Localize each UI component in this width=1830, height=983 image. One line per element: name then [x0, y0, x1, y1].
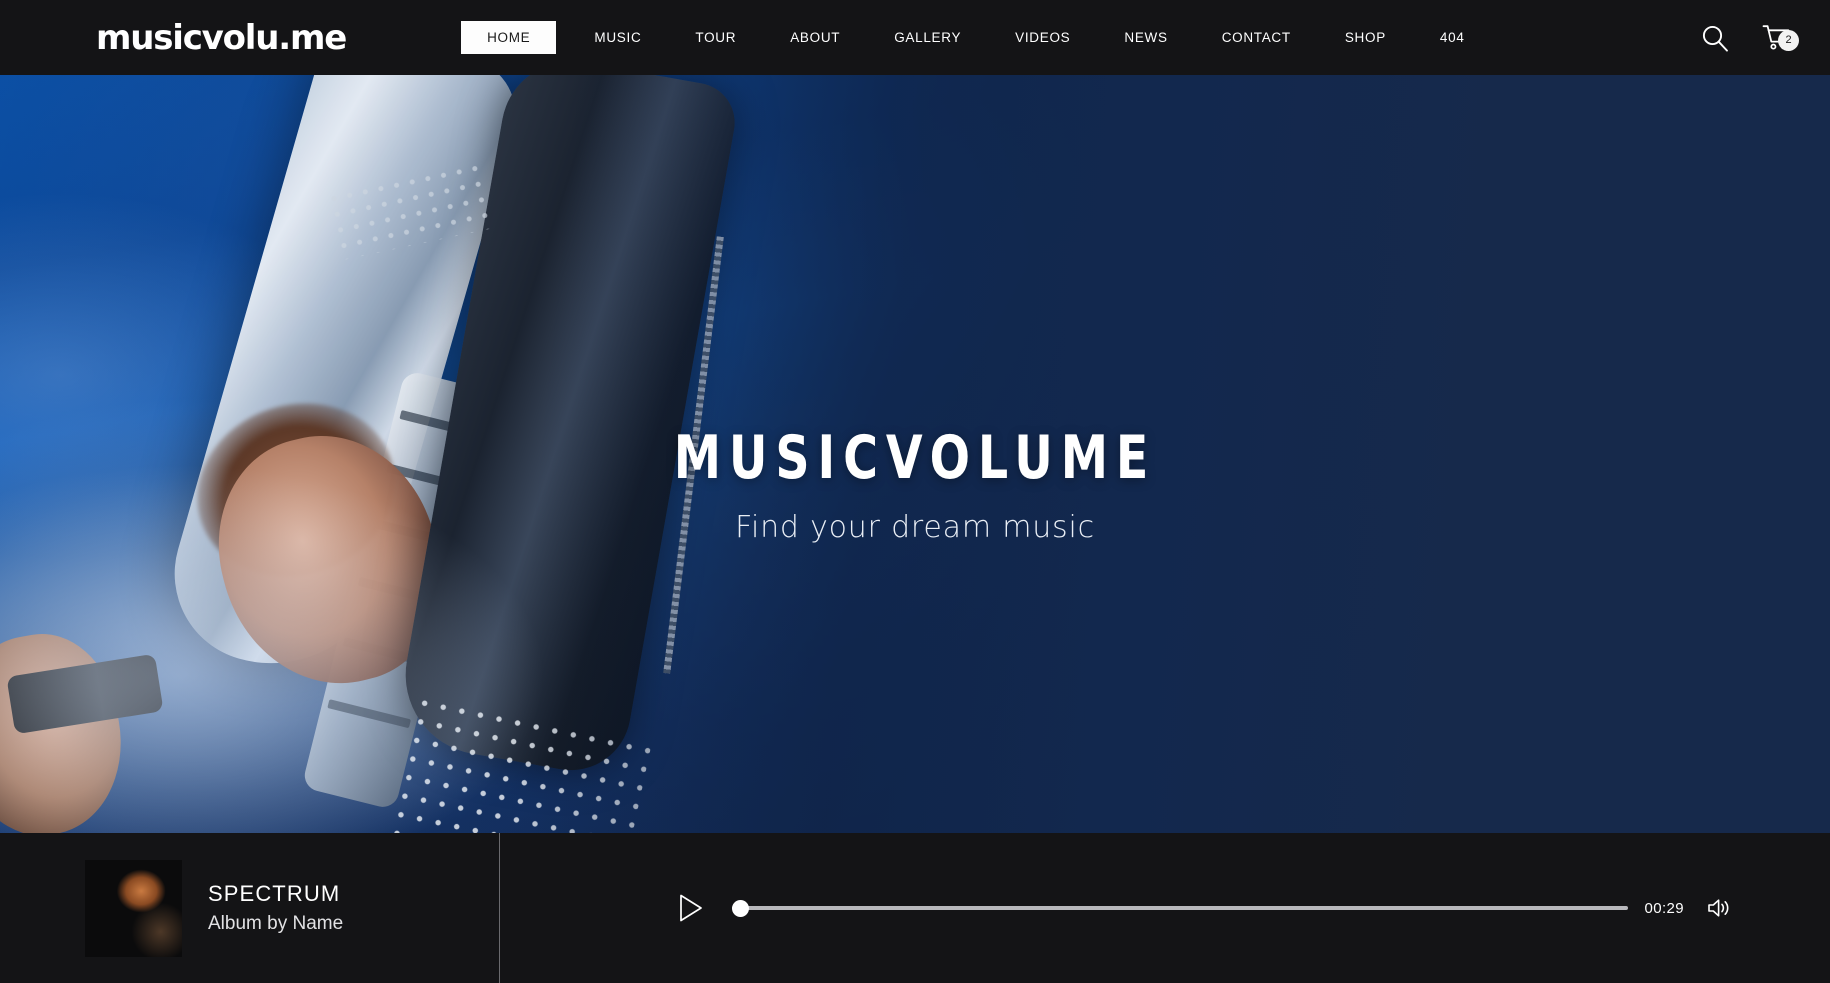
cart-count-badge: 2 [1778, 29, 1799, 51]
nav-item-music[interactable]: MUSIC [578, 21, 657, 54]
track-time: 00:29 [1644, 899, 1684, 917]
track-meta: SPECTRUM Album by Name [208, 879, 343, 936]
track-info-area: SPECTRUM Album by Name [0, 833, 500, 983]
nav-item-tour[interactable]: TOUR [679, 21, 752, 54]
nav-item-videos[interactable]: VIDEOS [999, 21, 1086, 54]
hero-background-photo [0, 75, 1830, 833]
progress-slider[interactable] [732, 897, 1629, 919]
nav-item-gallery[interactable]: GALLERY [878, 21, 977, 54]
album-artwork[interactable] [85, 859, 182, 957]
main-navigation: HOME MUSIC TOUR ABOUT GALLERY VIDEOS NEW… [461, 0, 1480, 75]
nav-item-shop[interactable]: SHOP [1329, 21, 1402, 54]
progress-handle[interactable] [732, 899, 749, 917]
header-actions: 2 [1700, 23, 1799, 53]
track-title: SPECTRUM [208, 881, 341, 907]
nav-item-home[interactable]: HOME [461, 21, 557, 54]
progress-track[interactable] [732, 906, 1629, 910]
search-icon[interactable] [1700, 23, 1730, 53]
shopping-cart-button[interactable]: 2 [1762, 24, 1799, 52]
nav-item-about[interactable]: ABOUT [774, 21, 856, 54]
play-icon[interactable] [678, 893, 704, 923]
player-controls: 00:29 [500, 893, 1830, 923]
site-header: musicvolu.me HOME MUSIC TOUR ABOUT GALLE… [0, 0, 1830, 75]
site-logo[interactable]: musicvolu.me [96, 21, 347, 55]
hero-section: MUSICVOLUME Find your dream music [0, 75, 1830, 833]
volume-icon[interactable] [1707, 897, 1732, 919]
nav-item-news[interactable]: NEWS [1108, 21, 1183, 54]
track-album: Album by Name [208, 913, 344, 935]
nav-item-404[interactable]: 404 [1424, 21, 1481, 54]
audio-player-bar: SPECTRUM Album by Name 00:29 [0, 833, 1830, 983]
nav-item-contact[interactable]: CONTACT [1206, 21, 1307, 54]
